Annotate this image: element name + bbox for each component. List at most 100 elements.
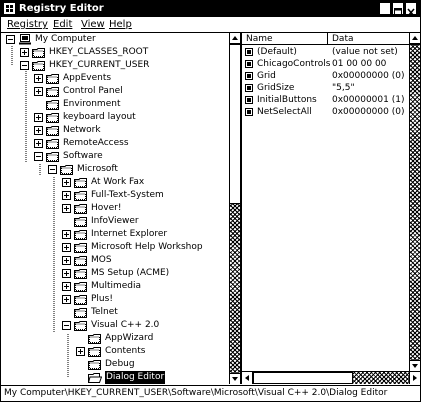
tree-vertical-scrollbar[interactable] bbox=[229, 33, 240, 384]
tree-node-environment[interactable]: Environment bbox=[1, 98, 229, 111]
collapse-icon[interactable] bbox=[34, 152, 43, 161]
folder-icon bbox=[74, 243, 87, 253]
tree-node-visual-c-2-0[interactable]: Visual C++ 2.0 bbox=[1, 319, 229, 332]
tree-scroll-thumb[interactable] bbox=[230, 44, 240, 204]
tree-node-full-text-system[interactable]: Full-Text-System bbox=[1, 189, 229, 202]
title-bar[interactable]: Registry Editor bbox=[1, 1, 420, 17]
expand-icon[interactable] bbox=[62, 243, 71, 252]
expand-icon[interactable] bbox=[62, 295, 71, 304]
collapse-icon[interactable] bbox=[6, 35, 15, 44]
tree-node-appevents[interactable]: AppEvents bbox=[1, 72, 229, 85]
value-name: InitialButtons bbox=[257, 95, 317, 105]
tree-node-microsoft[interactable]: Microsoft bbox=[1, 163, 229, 176]
tree-scroll-down-button[interactable] bbox=[230, 373, 240, 384]
status-bar: My Computer\HKEY_CURRENT_USER\Software\M… bbox=[1, 385, 420, 401]
expand-icon[interactable] bbox=[62, 256, 71, 265]
tree-node-appwizard[interactable]: AppWizard bbox=[1, 332, 229, 345]
expand-icon[interactable] bbox=[62, 191, 71, 200]
maximize-button[interactable] bbox=[392, 2, 404, 16]
expand-icon[interactable] bbox=[62, 269, 71, 278]
values-pane[interactable]: Name Data (Default) (value not set) Chicag… bbox=[242, 33, 420, 384]
tree-node-at-work-fax[interactable]: At Work Fax bbox=[1, 176, 229, 189]
folder-icon bbox=[46, 100, 59, 110]
expand-icon[interactable] bbox=[34, 87, 43, 96]
tree-node-telnet[interactable]: Telnet bbox=[1, 306, 229, 319]
tree-node-label: Dialog Editor bbox=[105, 371, 166, 384]
tree-node-multimedia[interactable]: Multimedia bbox=[1, 280, 229, 293]
expand-icon[interactable] bbox=[34, 74, 43, 83]
tree-node-infoviewer[interactable]: InfoViewer bbox=[1, 215, 229, 228]
registry-app-icon[interactable] bbox=[4, 3, 15, 14]
expand-icon[interactable] bbox=[62, 204, 71, 213]
minimize-button[interactable] bbox=[379, 2, 391, 16]
values-hscroll-thumb[interactable] bbox=[253, 372, 353, 384]
folder-icon bbox=[46, 113, 59, 123]
tree-node-label: Contents bbox=[105, 346, 146, 356]
column-header-data[interactable]: Data bbox=[328, 33, 420, 45]
expand-icon[interactable] bbox=[62, 230, 71, 239]
tree-node-label: Hover! bbox=[91, 203, 122, 213]
collapse-icon[interactable] bbox=[62, 321, 71, 330]
tree-scroll-up-button[interactable] bbox=[230, 33, 240, 44]
values-scroll-up-button[interactable] bbox=[410, 33, 420, 44]
registry-value-icon bbox=[245, 60, 253, 68]
value-row-netselectall[interactable]: NetSelectAll 0x00000000 (0) bbox=[242, 106, 420, 118]
values-scroll-right-button[interactable] bbox=[409, 372, 420, 384]
tree-node-hkey-classes-root[interactable]: HKEY_CLASSES_ROOT bbox=[1, 46, 229, 59]
expand-icon[interactable] bbox=[34, 126, 43, 135]
expand-icon[interactable] bbox=[76, 347, 85, 356]
tree-node-ms-setup-acme[interactable]: MS Setup (ACME) bbox=[1, 267, 229, 280]
tree-node-dialog-editor[interactable]: Dialog Editor bbox=[1, 371, 229, 384]
tree-node-software[interactable]: Software bbox=[1, 150, 229, 163]
tree-node-label: Plus! bbox=[91, 294, 113, 304]
expand-icon[interactable] bbox=[34, 139, 43, 148]
menu-registry[interactable]: Registry bbox=[7, 17, 48, 32]
values-scroll-down-button[interactable] bbox=[410, 360, 420, 371]
value-data: "5,5" bbox=[332, 83, 355, 93]
tree-node-keyboard-layout[interactable]: keyboard layout bbox=[1, 111, 229, 124]
expand-icon[interactable] bbox=[62, 178, 71, 187]
menu-edit[interactable]: Edit bbox=[53, 17, 72, 32]
value-data: 01 00 00 00 bbox=[332, 59, 387, 69]
expand-icon[interactable] bbox=[20, 48, 29, 57]
menu-help[interactable]: Help bbox=[109, 17, 132, 32]
collapse-icon[interactable] bbox=[48, 165, 57, 174]
close-button[interactable] bbox=[405, 2, 417, 17]
key-tree-pane[interactable]: My Computer HKEY_CLASSES_ROOT HKEY_CURRENT… bbox=[1, 33, 230, 384]
collapse-icon[interactable] bbox=[20, 61, 29, 70]
values-vertical-scrollbar[interactable] bbox=[409, 33, 420, 371]
tree-node-microsoft-help-workshop[interactable]: Microsoft Help Workshop bbox=[1, 241, 229, 254]
value-row-default[interactable]: (Default) (value not set) bbox=[242, 46, 420, 58]
values-horizontal-scrollbar[interactable] bbox=[242, 371, 420, 384]
folder-icon bbox=[32, 61, 45, 71]
tree-node-remoteaccess[interactable]: RemoteAccess bbox=[1, 137, 229, 150]
tree-node-contents[interactable]: Contents bbox=[1, 345, 229, 358]
tree-node-label: RemoteAccess bbox=[63, 138, 129, 148]
tree-node-hover[interactable]: Hover! bbox=[1, 202, 229, 215]
value-row-grid[interactable]: Grid 0x00000000 (0) bbox=[242, 70, 420, 82]
tree-node-label: keyboard layout bbox=[63, 112, 136, 122]
folder-icon bbox=[60, 165, 73, 175]
tree-node-label: Microsoft bbox=[77, 164, 118, 174]
tree-node-control-panel[interactable]: Control Panel bbox=[1, 85, 229, 98]
scroll-up-arrow-icon bbox=[232, 36, 238, 40]
expand-icon[interactable] bbox=[34, 113, 43, 122]
expand-icon[interactable] bbox=[62, 282, 71, 291]
registry-value-icon bbox=[245, 72, 253, 80]
tree-node-network[interactable]: Network bbox=[1, 124, 229, 137]
column-header-name[interactable]: Name bbox=[242, 33, 328, 45]
tree-node-mos[interactable]: MOS bbox=[1, 254, 229, 267]
tree-node-label: At Work Fax bbox=[91, 177, 145, 187]
values-scroll-left-button[interactable] bbox=[242, 372, 253, 384]
tree-node-plus[interactable]: Plus! bbox=[1, 293, 229, 306]
menu-view[interactable]: View bbox=[81, 17, 105, 32]
value-row-gridsize[interactable]: GridSize "5,5" bbox=[242, 82, 420, 94]
tree-node-debug[interactable]: Debug bbox=[1, 358, 229, 371]
tree-node-label: AppWizard bbox=[105, 333, 154, 343]
value-row-initialbuttons[interactable]: InitialButtons 0x00000001 (1) bbox=[242, 94, 420, 106]
tree-node-hkey-current-user[interactable]: HKEY_CURRENT_USER bbox=[1, 59, 229, 72]
tree-node-internet-explorer[interactable]: Internet Explorer bbox=[1, 228, 229, 241]
value-row-chicagocontrols[interactable]: ChicagoControls 01 00 00 00 bbox=[242, 58, 420, 70]
tree-node-my-computer[interactable]: My Computer bbox=[1, 33, 229, 46]
folder-icon bbox=[74, 256, 87, 266]
